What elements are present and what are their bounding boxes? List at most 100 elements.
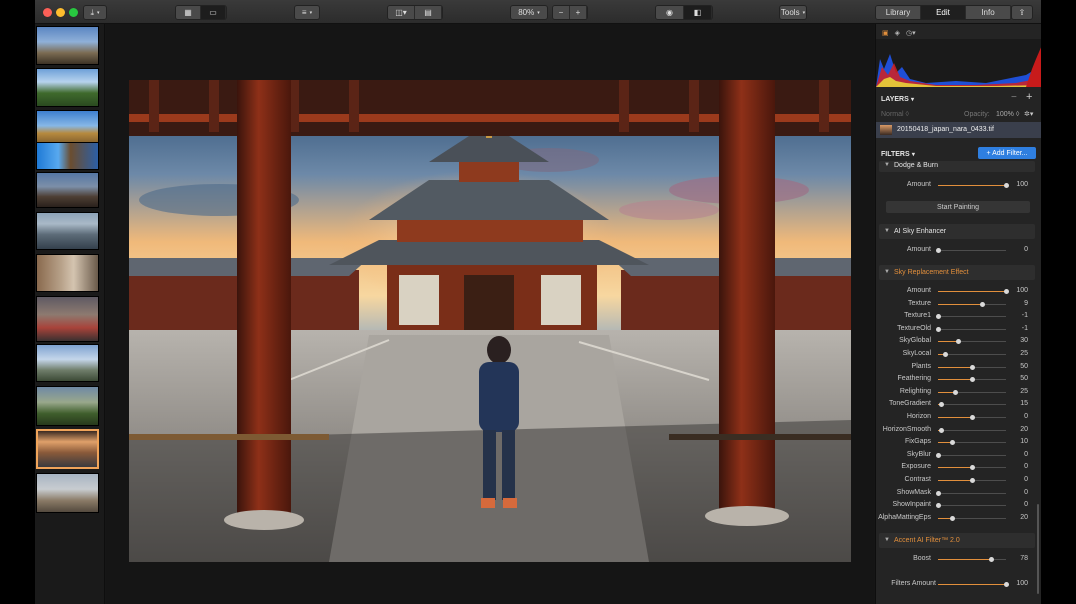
minus-icon[interactable]: − — [1011, 92, 1017, 103]
add-layer-icon[interactable]: + — [1026, 91, 1032, 103]
slider-knob[interactable] — [970, 377, 975, 383]
amount-slider[interactable] — [936, 248, 1006, 253]
param-slider[interactable] — [938, 364, 1006, 370]
slider-row-plants: Plants 50 — [876, 362, 1036, 374]
compare-button[interactable]: ◧ — [684, 6, 712, 19]
tab-info[interactable]: Info — [966, 6, 1011, 19]
layer-row[interactable]: 20150418_japan_nara_0433.tif — [876, 122, 1041, 138]
slider-label: Texture — [908, 299, 931, 307]
param-slider[interactable] — [938, 289, 1009, 294]
slider-label: AlphaMattingEps — [878, 513, 931, 521]
image-canvas[interactable] — [106, 24, 874, 604]
param-slider[interactable] — [938, 402, 1006, 408]
amount-slider[interactable] — [938, 183, 1009, 188]
slider-knob[interactable] — [936, 490, 941, 496]
filters-title[interactable]: FILTERS ▾ — [881, 149, 915, 158]
param-slider[interactable] — [936, 314, 1006, 320]
add-filter-button[interactable]: + Add Filter... — [978, 147, 1036, 159]
slider-value: 0 — [1024, 463, 1028, 471]
slider-knob[interactable] — [936, 503, 941, 509]
filter-header-ai-sky-enhancer[interactable]: ▼ AI Sky Enhancer — [879, 224, 1035, 239]
share-button[interactable]: ⇪ — [1011, 5, 1033, 20]
preview-button[interactable]: ◉ — [656, 6, 684, 19]
export-button[interactable]: ⤓ ▾ — [83, 5, 107, 20]
thumbnail[interactable] — [36, 344, 99, 382]
grid-view-button[interactable]: ▦ — [176, 6, 201, 19]
filmstrip-toggle-button[interactable]: ▤ — [415, 6, 442, 19]
thumbnail[interactable] — [36, 296, 99, 342]
param-slider[interactable] — [938, 339, 1006, 345]
histogram-icon[interactable]: ▣ — [882, 29, 889, 37]
layers-title[interactable]: LAYERS ▾ — [881, 94, 914, 103]
param-slider[interactable] — [938, 440, 1006, 446]
thumbnail[interactable] — [36, 172, 99, 208]
single-view-button[interactable]: ▭ — [201, 6, 226, 19]
slider-knob[interactable] — [949, 515, 955, 521]
start-painting-button[interactable]: Start Painting — [886, 201, 1030, 213]
slider-knob[interactable] — [980, 301, 986, 307]
param-slider[interactable] — [938, 465, 1006, 471]
thumbnail[interactable] — [36, 68, 99, 107]
param-slider[interactable] — [936, 452, 1006, 458]
zoom-dropdown[interactable]: 80% ▾ — [510, 5, 548, 20]
blend-mode-select[interactable]: Normal ◊ — [881, 111, 909, 118]
param-slider[interactable] — [938, 515, 1006, 521]
param-slider[interactable] — [938, 415, 1006, 420]
gear-icon[interactable]: ✲▾ — [1024, 110, 1033, 118]
param-slider[interactable] — [938, 352, 1006, 357]
boost-slider[interactable] — [938, 557, 1006, 562]
slider-knob[interactable] — [936, 452, 941, 458]
filter-header-accent-ai[interactable]: ▼ Accent AI Filter™ 2.0 — [879, 533, 1035, 548]
filters-amount-slider[interactable] — [938, 582, 1009, 587]
slider-knob[interactable] — [936, 248, 941, 253]
param-slider[interactable] — [936, 326, 1006, 332]
minimize-window-button[interactable] — [56, 8, 65, 17]
thumbnail-selected[interactable] — [36, 429, 99, 469]
edited-photo[interactable] — [129, 80, 851, 562]
slider-knob[interactable] — [939, 427, 945, 433]
zoom-in-button[interactable]: + — [570, 6, 587, 19]
thumbnail[interactable] — [36, 142, 99, 170]
param-slider[interactable] — [936, 503, 1006, 509]
param-slider[interactable] — [938, 478, 1006, 483]
filter-header-sky-replacement[interactable]: ▼ Sky Replacement Effect — [879, 265, 1035, 280]
slider-label: Filters Amount — [891, 580, 936, 587]
slider-knob[interactable] — [936, 314, 941, 320]
param-slider[interactable] — [938, 377, 1006, 383]
thumbnail[interactable] — [36, 212, 99, 250]
param-slider[interactable] — [938, 301, 1006, 307]
tab-edit[interactable]: Edit — [921, 6, 966, 19]
slider-knob[interactable] — [970, 415, 975, 420]
filter-header-dodge-burn[interactable]: ▼ Dodge & Burn — [879, 161, 1035, 172]
tab-library[interactable]: Library — [876, 6, 921, 19]
slider-knob[interactable] — [936, 326, 941, 332]
param-slider[interactable] — [938, 389, 1006, 395]
layers-stack-icon[interactable]: ◈ — [895, 29, 900, 37]
slider-knob[interactable] — [942, 352, 948, 357]
sort-button[interactable]: ≡ ▾ — [294, 5, 320, 20]
tools-dropdown[interactable]: Tools ▾ — [779, 5, 807, 20]
slider-knob[interactable] — [949, 440, 955, 446]
histogram — [876, 39, 1041, 87]
slider-knob[interactable] — [970, 478, 975, 483]
close-window-button[interactable] — [43, 8, 52, 17]
thumbnail[interactable] — [36, 26, 99, 65]
param-slider[interactable] — [936, 490, 1006, 496]
param-slider[interactable] — [938, 427, 1006, 433]
thumbnail[interactable] — [36, 386, 99, 426]
panel-scrollbar[interactable] — [1037, 504, 1039, 594]
sidebar-toggle-button[interactable]: ◫▾ — [388, 6, 415, 19]
history-icon[interactable]: ◷▾ — [906, 29, 916, 37]
zoom-window-button[interactable] — [69, 8, 78, 17]
slider-knob[interactable] — [970, 364, 975, 370]
slider-label: ToneGradient — [888, 400, 931, 408]
slider-knob[interactable] — [956, 339, 962, 345]
thumbnail[interactable] — [36, 254, 99, 292]
slider-knob[interactable] — [953, 389, 958, 395]
slider-knob[interactable] — [939, 402, 945, 408]
zoom-out-button[interactable]: − — [553, 6, 570, 19]
opacity-value[interactable]: 100% ◊ — [996, 111, 1019, 118]
slider-knob[interactable] — [989, 557, 995, 562]
slider-knob[interactable] — [970, 465, 975, 471]
thumbnail[interactable] — [36, 473, 99, 513]
